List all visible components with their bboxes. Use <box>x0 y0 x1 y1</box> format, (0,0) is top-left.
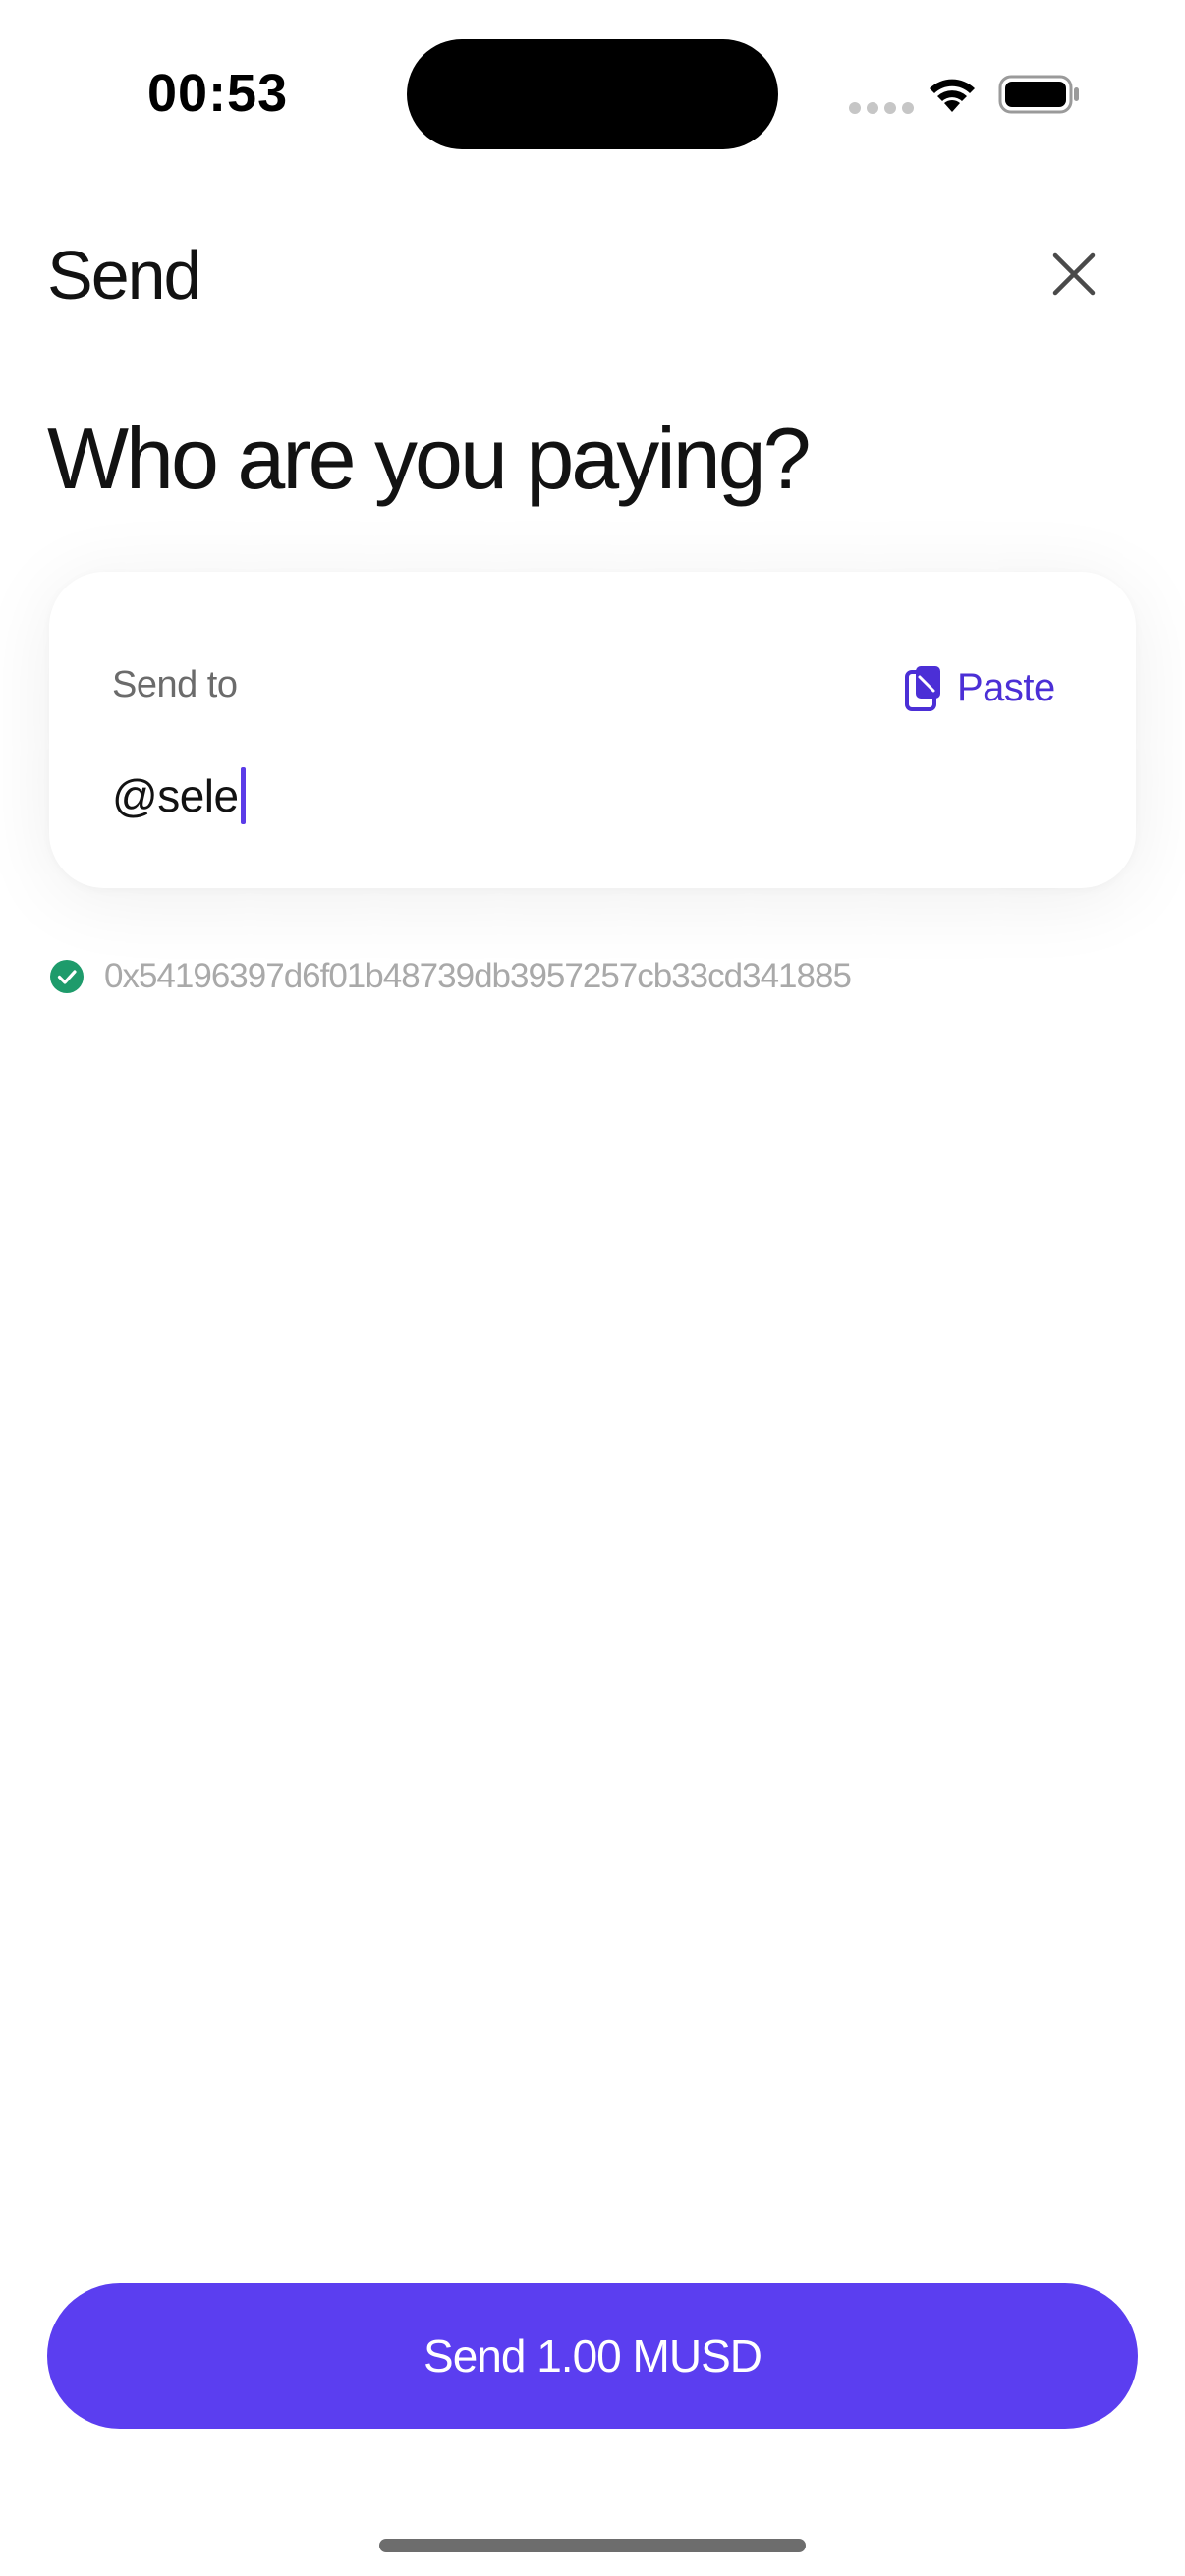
close-button[interactable] <box>1042 242 1106 307</box>
page-title: Send <box>47 237 201 313</box>
send-button[interactable]: Send 1.00 MUSD <box>47 2283 1138 2429</box>
send-to-label: Send to <box>112 664 238 705</box>
resolved-address-row: 0x54196397d6f01b48739db3957257cb33cd3418… <box>49 957 852 996</box>
check-circle-icon <box>50 960 84 993</box>
status-time: 00:53 <box>147 64 289 123</box>
clipboard-icon <box>905 666 940 711</box>
recipient-input[interactable]: @sele <box>112 764 246 827</box>
paste-button[interactable]: Paste <box>904 660 1055 715</box>
resolved-address: 0x54196397d6f01b48739db3957257cb33cd3418… <box>104 957 852 995</box>
recipient-input-value: @sele <box>112 770 239 821</box>
wifi-icon <box>930 79 975 112</box>
dynamic-island <box>407 39 778 149</box>
battery-icon <box>998 75 1079 114</box>
send-button-label: Send 1.00 MUSD <box>423 2330 762 2381</box>
paste-label: Paste <box>957 665 1055 709</box>
home-indicator <box>379 2539 806 2552</box>
close-icon <box>1052 252 1096 296</box>
question-heading: Who are you paying? <box>47 410 812 507</box>
cellular-signal-icon <box>849 102 914 114</box>
status-bar: 00:53 <box>0 0 1185 187</box>
text-caret <box>240 767 246 824</box>
send-to-card: Send to Paste @sele <box>49 572 1136 888</box>
